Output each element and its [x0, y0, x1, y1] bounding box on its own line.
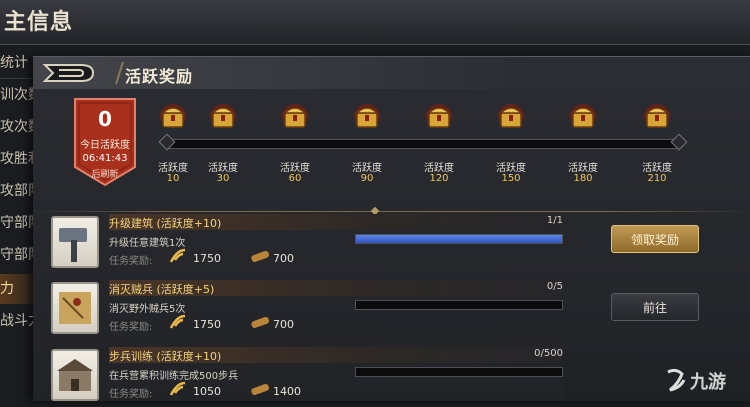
milestone-value: 60 — [288, 173, 302, 184]
milestone-label: 活跃度 — [208, 163, 238, 174]
wood-log-icon — [251, 316, 269, 328]
wood-log-icon — [251, 250, 269, 262]
reward-wood-value: 700 — [273, 318, 294, 331]
task-title: 升级建筑 (活跃度+10) — [109, 217, 222, 230]
milestone-label: 活跃度 — [280, 163, 310, 174]
refresh-countdown: 06:41:43 — [82, 153, 128, 164]
panel-logo-icon — [42, 64, 95, 82]
panel-header: 活跃奖励 — [33, 57, 750, 89]
task-row: 消灭贼兵 (活跃度+5) 0/5 消灭野外贼兵5次 任务奖励: 1750 700 — [49, 280, 569, 340]
wood-log-icon — [251, 383, 269, 395]
reward-food-value: 1050 — [193, 385, 221, 398]
reward-chest-icon[interactable] — [209, 101, 237, 131]
task-description: 升级任意建筑1次 — [109, 238, 186, 249]
reward-label: 任务奖励: — [109, 322, 153, 333]
milestone-label: 活跃度 — [642, 163, 672, 174]
go-button[interactable]: 前往 — [611, 293, 699, 321]
reward-label: 任务奖励: — [109, 256, 153, 267]
milestone-label: 活跃度 — [568, 163, 598, 174]
task-progress-bar — [355, 367, 563, 377]
section-divider — [33, 211, 750, 212]
milestone-label: 活跃度 — [424, 163, 454, 174]
reward-chest-icon[interactable] — [643, 101, 671, 131]
reward-food-value: 1750 — [193, 318, 221, 331]
task-description: 消灭野外贼兵5次 — [109, 304, 186, 315]
milestone-value: 10 — [166, 173, 180, 184]
barracks-icon — [51, 349, 99, 401]
activity-track — [167, 139, 679, 149]
activity-reward-panel: 活跃奖励 0 今日活跃度 06:41:43 后刷新 活跃度 10 活跃度 30 活跃度 6… — [33, 56, 750, 401]
milestone-value: 120 — [429, 173, 449, 184]
task-count: 0/5 — [546, 281, 563, 292]
milestone-value: 210 — [647, 173, 667, 184]
task-progress-fill — [356, 235, 562, 243]
reward-label: 任务奖励: — [109, 389, 153, 400]
hammer-icon — [51, 216, 99, 268]
reward-chest-icon[interactable] — [281, 101, 309, 131]
background-title: 主信息 — [4, 10, 74, 35]
reward-chest-icon[interactable] — [569, 101, 597, 131]
reward-wood-value: 1400 — [273, 385, 301, 398]
milestone-label: 活跃度 — [158, 163, 188, 174]
task-progress-bar — [355, 234, 563, 244]
task-progress-bar — [355, 300, 563, 310]
map-scroll-icon — [51, 282, 99, 334]
task-title: 消灭贼兵 (活跃度+5) — [109, 283, 215, 296]
panel-title: 活跃奖励 — [125, 67, 194, 86]
milestone-label: 活跃度 — [352, 163, 382, 174]
reward-wood-value: 700 — [273, 252, 294, 265]
task-count: 0/500 — [534, 348, 563, 359]
grain-icon — [169, 381, 186, 396]
reward-chest-icon[interactable] — [497, 101, 525, 131]
milestone-value: 150 — [501, 173, 521, 184]
reward-chest-icon[interactable] — [353, 101, 381, 131]
task-description: 在兵营累积训练完成500步兵 — [109, 371, 239, 382]
task-title: 步兵训练 (活跃度+10) — [109, 350, 222, 363]
milestone-value: 30 — [216, 173, 230, 184]
watermark-text: 九游 — [690, 372, 726, 393]
activity-label: 今日活跃度 — [80, 140, 130, 151]
grain-icon — [169, 248, 186, 263]
grain-icon — [169, 314, 186, 329]
refresh-label: 后刷新 — [91, 170, 119, 180]
reward-food-value: 1750 — [193, 252, 221, 265]
reward-chest-icon[interactable] — [425, 101, 453, 131]
milestone-value: 90 — [360, 173, 374, 184]
task-count: 1/1 — [546, 215, 563, 226]
milestone-label: 活跃度 — [496, 163, 526, 174]
task-row: 步兵训练 (活跃度+10) 0/500 在兵营累积训练完成500步兵 任务奖励: 105… — [49, 347, 569, 407]
reward-chest-icon[interactable] — [159, 101, 187, 131]
task-row: 升级建筑 (活跃度+10) 1/1 升级任意建筑1次 任务奖励: 1750 700 — [49, 214, 569, 274]
claim-reward-button[interactable]: 领取奖励 — [611, 225, 699, 253]
background-header — [0, 0, 750, 45]
activity-value: 0 — [98, 107, 112, 131]
milestone-value: 180 — [573, 173, 593, 184]
